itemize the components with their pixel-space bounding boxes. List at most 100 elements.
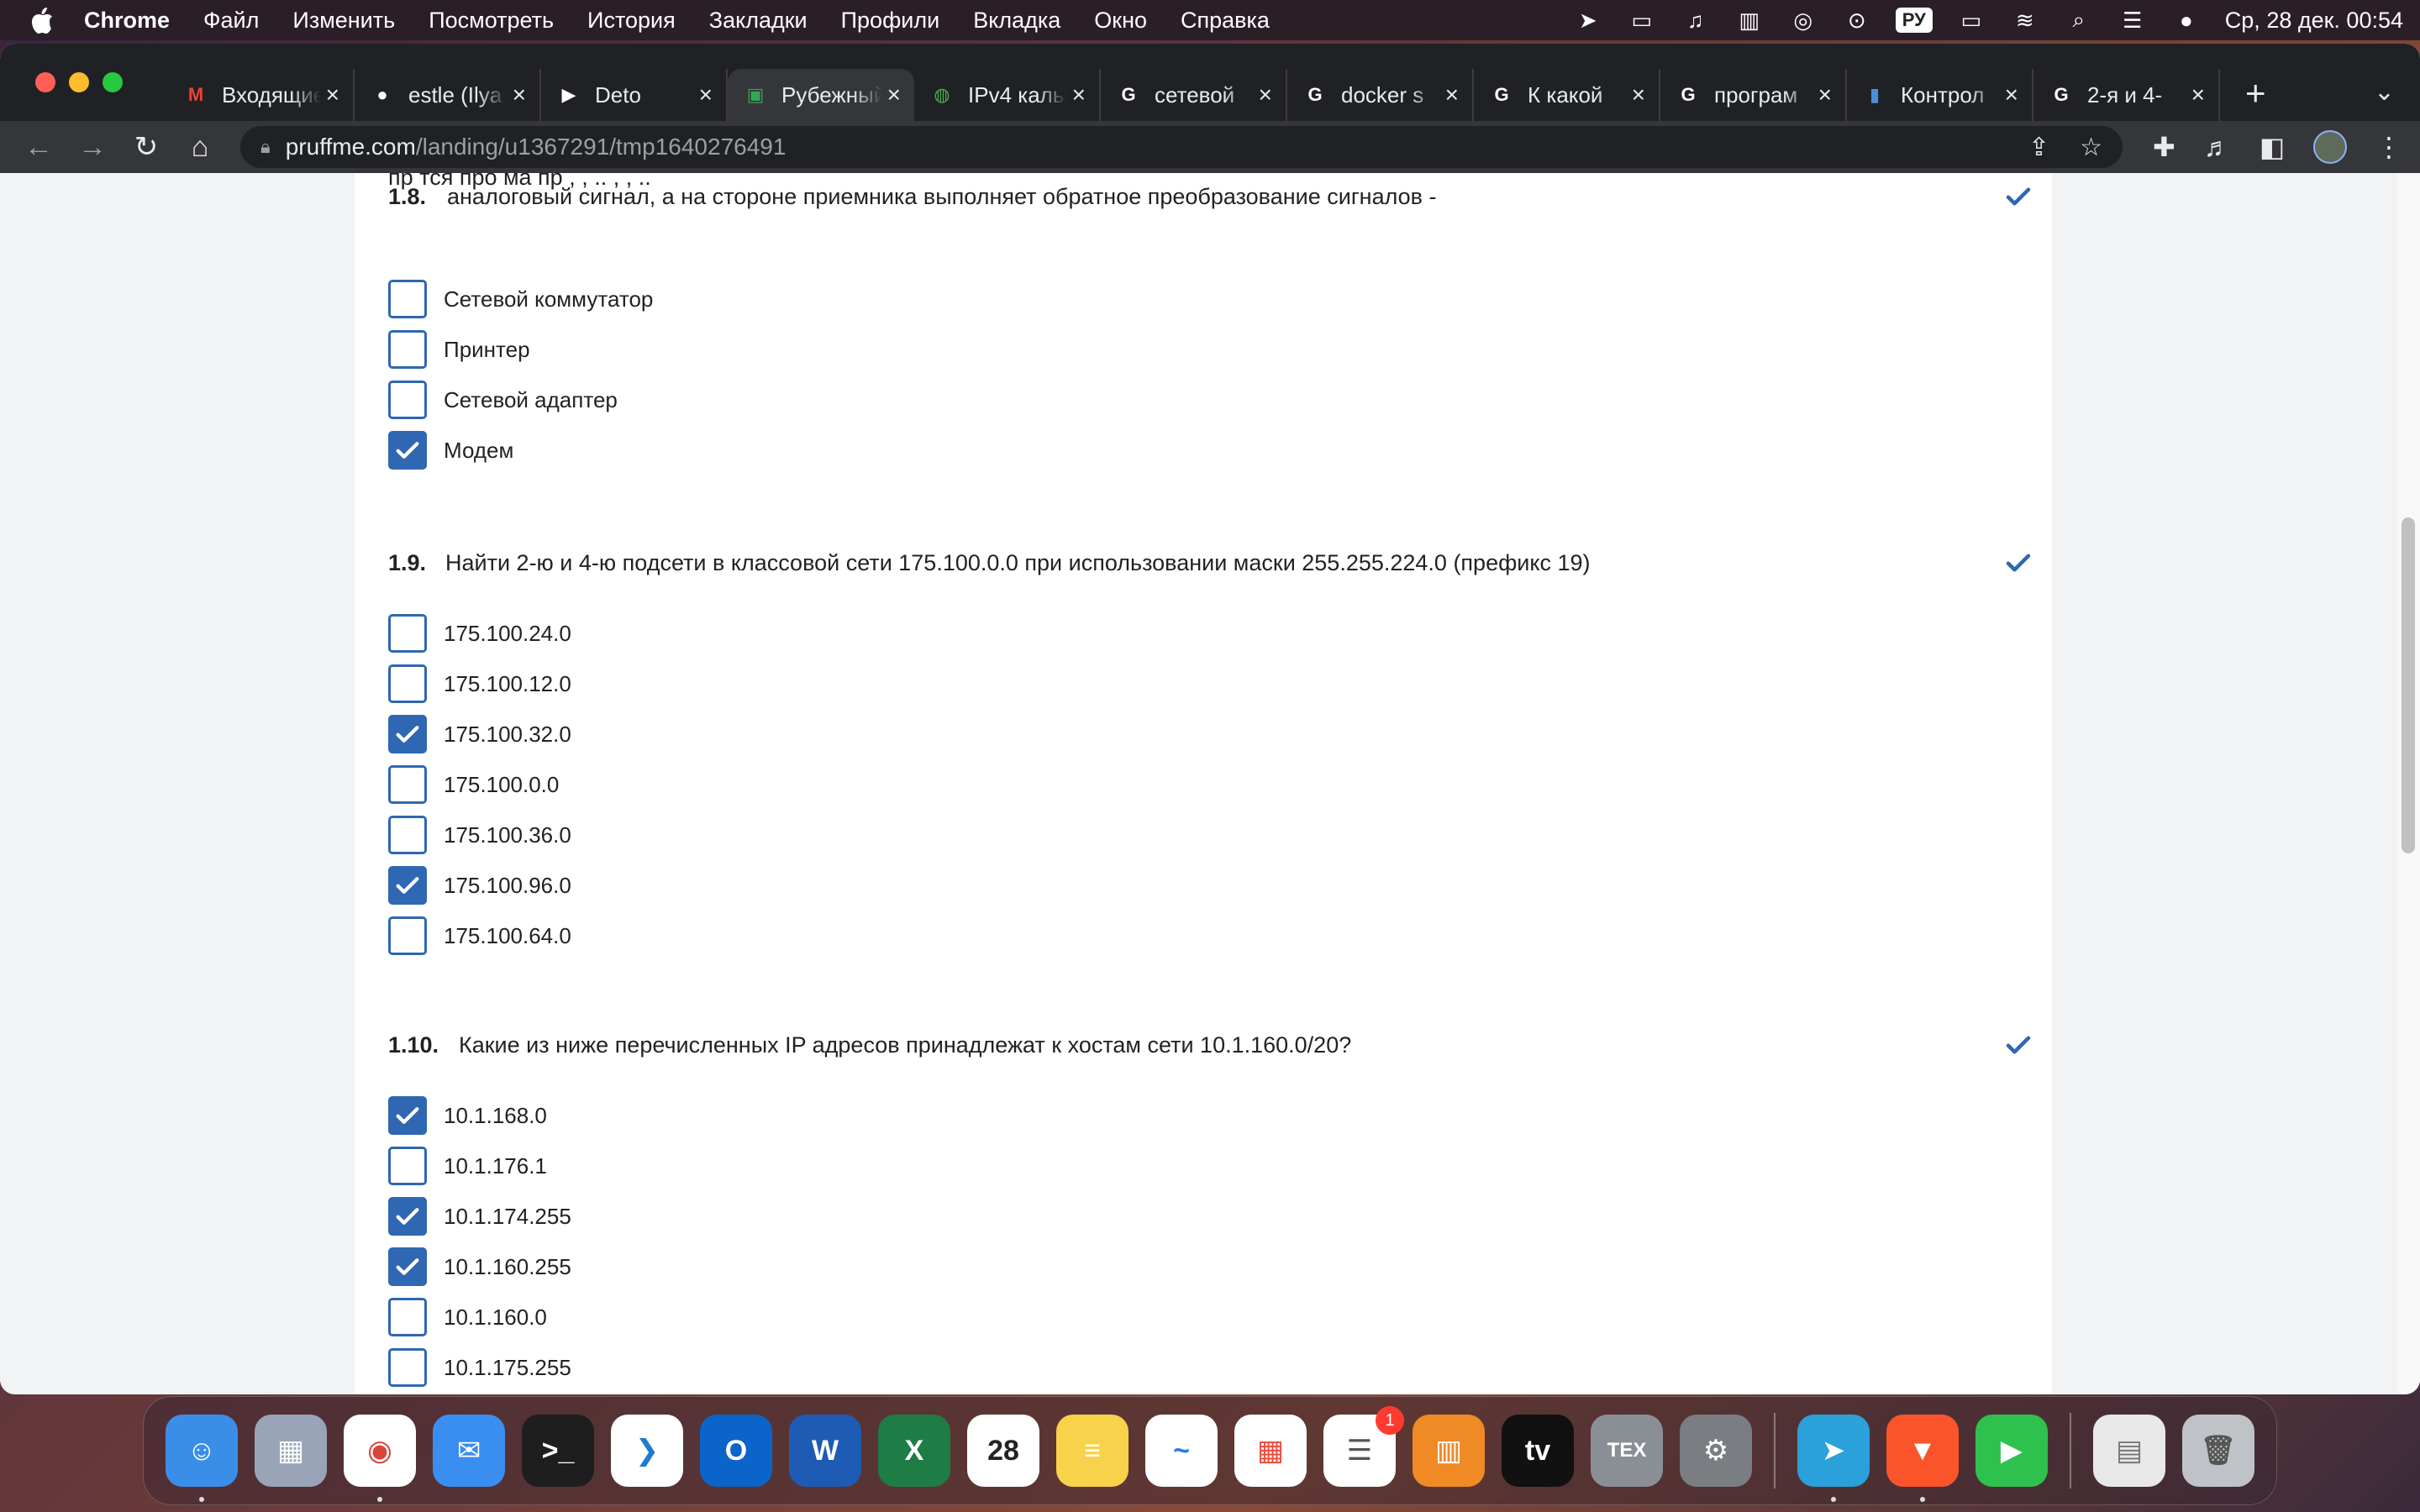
calendar-icon[interactable]: 28 [967, 1415, 1039, 1487]
close-tab-icon[interactable]: × [513, 81, 526, 108]
freeform-icon[interactable]: ~ [1145, 1415, 1218, 1487]
answer-option[interactable]: 10.1.168.0 [388, 1090, 2035, 1141]
menu-item[interactable]: Справка [1164, 8, 1286, 34]
close-tab-icon[interactable]: × [2005, 81, 2018, 108]
answer-option[interactable]: Сетевой коммутатор [388, 274, 2035, 324]
home-icon[interactable]: ⌂ [173, 123, 227, 171]
airdrop-icon[interactable]: ◎ [1788, 8, 1818, 33]
telegram-icon[interactable]: ➤ [1797, 1415, 1870, 1502]
answer-option[interactable]: 10.1.160.255 [388, 1242, 2035, 1292]
tab-search-chevron-icon[interactable]: ⌄ [2374, 77, 2395, 107]
answer-checkbox[interactable] [388, 614, 427, 653]
word-icon[interactable]: W [789, 1415, 861, 1487]
appletv-icon[interactable]: tv [1502, 1415, 1574, 1487]
side-panel-icon[interactable]: ◧ [2260, 131, 2285, 163]
address-bar[interactable]: 🔒︎ pruffme.com/landing/u1367291/tmp16402… [240, 126, 2123, 168]
browser-tab[interactable]: Gdocker s × [1287, 69, 1474, 121]
answer-checkbox[interactable] [388, 431, 427, 470]
close-tab-icon[interactable]: × [1445, 81, 1459, 108]
brave-icon[interactable]: ▼ [1886, 1415, 1959, 1502]
spotlight-search-icon[interactable]: ⌕ [2064, 7, 2094, 33]
page-scrollbar[interactable] [2396, 173, 2420, 1394]
apple-menu-icon[interactable] [17, 7, 67, 34]
share-icon[interactable]: ⇪ [2028, 133, 2049, 162]
answer-option[interactable]: 10.1.175.255 [388, 1342, 2035, 1393]
terminal-icon[interactable]: >_ [522, 1415, 594, 1487]
zoom-window-button[interactable] [103, 72, 123, 92]
media-play-icon[interactable]: ⊙ [1842, 8, 1872, 33]
more-menu-icon[interactable]: ⋮ [2375, 131, 2402, 163]
answer-checkbox[interactable] [388, 866, 427, 905]
notes-icon[interactable]: ≡ [1056, 1415, 1128, 1487]
airpods-icon[interactable]: ♫ [1681, 8, 1711, 33]
answer-option[interactable]: Модем [388, 425, 2035, 475]
browser-tab[interactable]: Gсетевой × [1101, 69, 1287, 121]
close-tab-icon[interactable]: × [326, 81, 339, 108]
menu-app-name[interactable]: Chrome [67, 8, 187, 34]
browser-tab[interactable]: Gпрограм × [1660, 69, 1847, 121]
profile-avatar[interactable] [2313, 130, 2348, 164]
menu-item[interactable]: История [571, 8, 692, 34]
menu-item[interactable]: Файл [187, 8, 276, 34]
trash-icon[interactable]: 🗑 [2182, 1415, 2254, 1487]
new-tab-plus-icon[interactable]: + [2245, 73, 2266, 113]
close-window-button[interactable] [35, 72, 55, 92]
fantastical-icon[interactable]: ▦ [1234, 1415, 1307, 1487]
answer-checkbox[interactable] [388, 664, 427, 703]
back-arrow-icon[interactable]: ← [12, 123, 66, 171]
answer-checkbox[interactable] [388, 381, 427, 419]
answer-option[interactable]: 175.100.0.0 [388, 759, 2035, 810]
menu-item[interactable]: Изменить [276, 8, 412, 34]
answer-option[interactable]: Сетевой адаптер [388, 375, 2035, 425]
answer-checkbox[interactable] [388, 330, 427, 369]
browser-tab[interactable]: G 2-я и 4- × [2033, 69, 2220, 121]
facetime-icon[interactable]: ▶ [1975, 1415, 2048, 1487]
reminders-icon[interactable]: ☰ 1 [1323, 1406, 1404, 1487]
minimize-window-button[interactable] [69, 72, 89, 92]
menu-item[interactable]: Закладки [692, 8, 824, 34]
document-icon[interactable]: ▤ [2093, 1415, 2165, 1487]
close-tab-icon[interactable]: × [699, 81, 713, 108]
siri-icon[interactable]: ● [2171, 8, 2202, 33]
answer-checkbox[interactable] [388, 1096, 427, 1135]
vscode-icon[interactable]: ❯ [611, 1415, 683, 1487]
close-tab-icon[interactable]: × [1818, 81, 1832, 108]
close-tab-icon[interactable]: × [1259, 81, 1272, 108]
close-tab-icon[interactable]: × [887, 81, 901, 108]
extensions-puzzle-icon[interactable]: ✚ [2153, 131, 2175, 163]
close-tab-icon[interactable]: × [1072, 81, 1086, 108]
answer-checkbox[interactable] [388, 1298, 427, 1336]
answer-checkbox[interactable] [388, 280, 427, 318]
answer-option[interactable]: 175.100.64.0 [388, 911, 2035, 961]
answer-option[interactable]: 175.100.36.0 [388, 810, 2035, 860]
finder-icon[interactable]: ☺ [166, 1415, 238, 1502]
answer-option[interactable]: 175.100.96.0 [388, 860, 2035, 911]
answer-checkbox[interactable] [388, 1147, 427, 1185]
browser-tab[interactable]: G К какой × [1474, 69, 1660, 121]
answer-option[interactable]: 10.1.176.1 [388, 1141, 2035, 1191]
menu-item[interactable]: Профили [824, 8, 957, 34]
menu-item[interactable]: Окно [1077, 8, 1164, 34]
chrome-icon[interactable]: ◉ [344, 1415, 416, 1502]
answer-checkbox[interactable] [388, 916, 427, 955]
browser-tab[interactable]: ● estle (Ilya × [355, 69, 541, 121]
scrollbar-thumb[interactable] [2402, 517, 2415, 853]
browser-tab[interactable]: ▣ Рубежный × [728, 69, 914, 121]
close-tab-icon[interactable]: × [1632, 81, 1645, 108]
menu-clock[interactable]: Ср, 28 дек. 00:54 [2225, 8, 2403, 34]
keyboard-language-badge[interactable]: РУ [1895, 8, 1933, 33]
answer-checkbox[interactable] [388, 765, 427, 804]
books-icon[interactable]: ▥ [1413, 1415, 1485, 1487]
outlook-icon[interactable]: O [700, 1415, 772, 1487]
answer-checkbox[interactable] [388, 715, 427, 753]
answer-option[interactable]: 175.100.32.0 [388, 709, 2035, 759]
navigation-arrow-icon[interactable]: ➤ [1573, 8, 1603, 33]
excel-icon[interactable]: X [878, 1415, 950, 1487]
bookmark-star-icon[interactable]: ☆ [2080, 133, 2102, 162]
system-settings-icon[interactable]: ⚙ [1680, 1415, 1752, 1487]
answer-option[interactable]: 175.100.12.0 [388, 659, 2035, 709]
tex-icon[interactable]: TEX [1591, 1415, 1663, 1487]
answer-checkbox[interactable] [388, 816, 427, 854]
forward-arrow-icon[interactable]: → [66, 123, 119, 171]
menu-item[interactable]: Посмотреть [412, 8, 571, 34]
